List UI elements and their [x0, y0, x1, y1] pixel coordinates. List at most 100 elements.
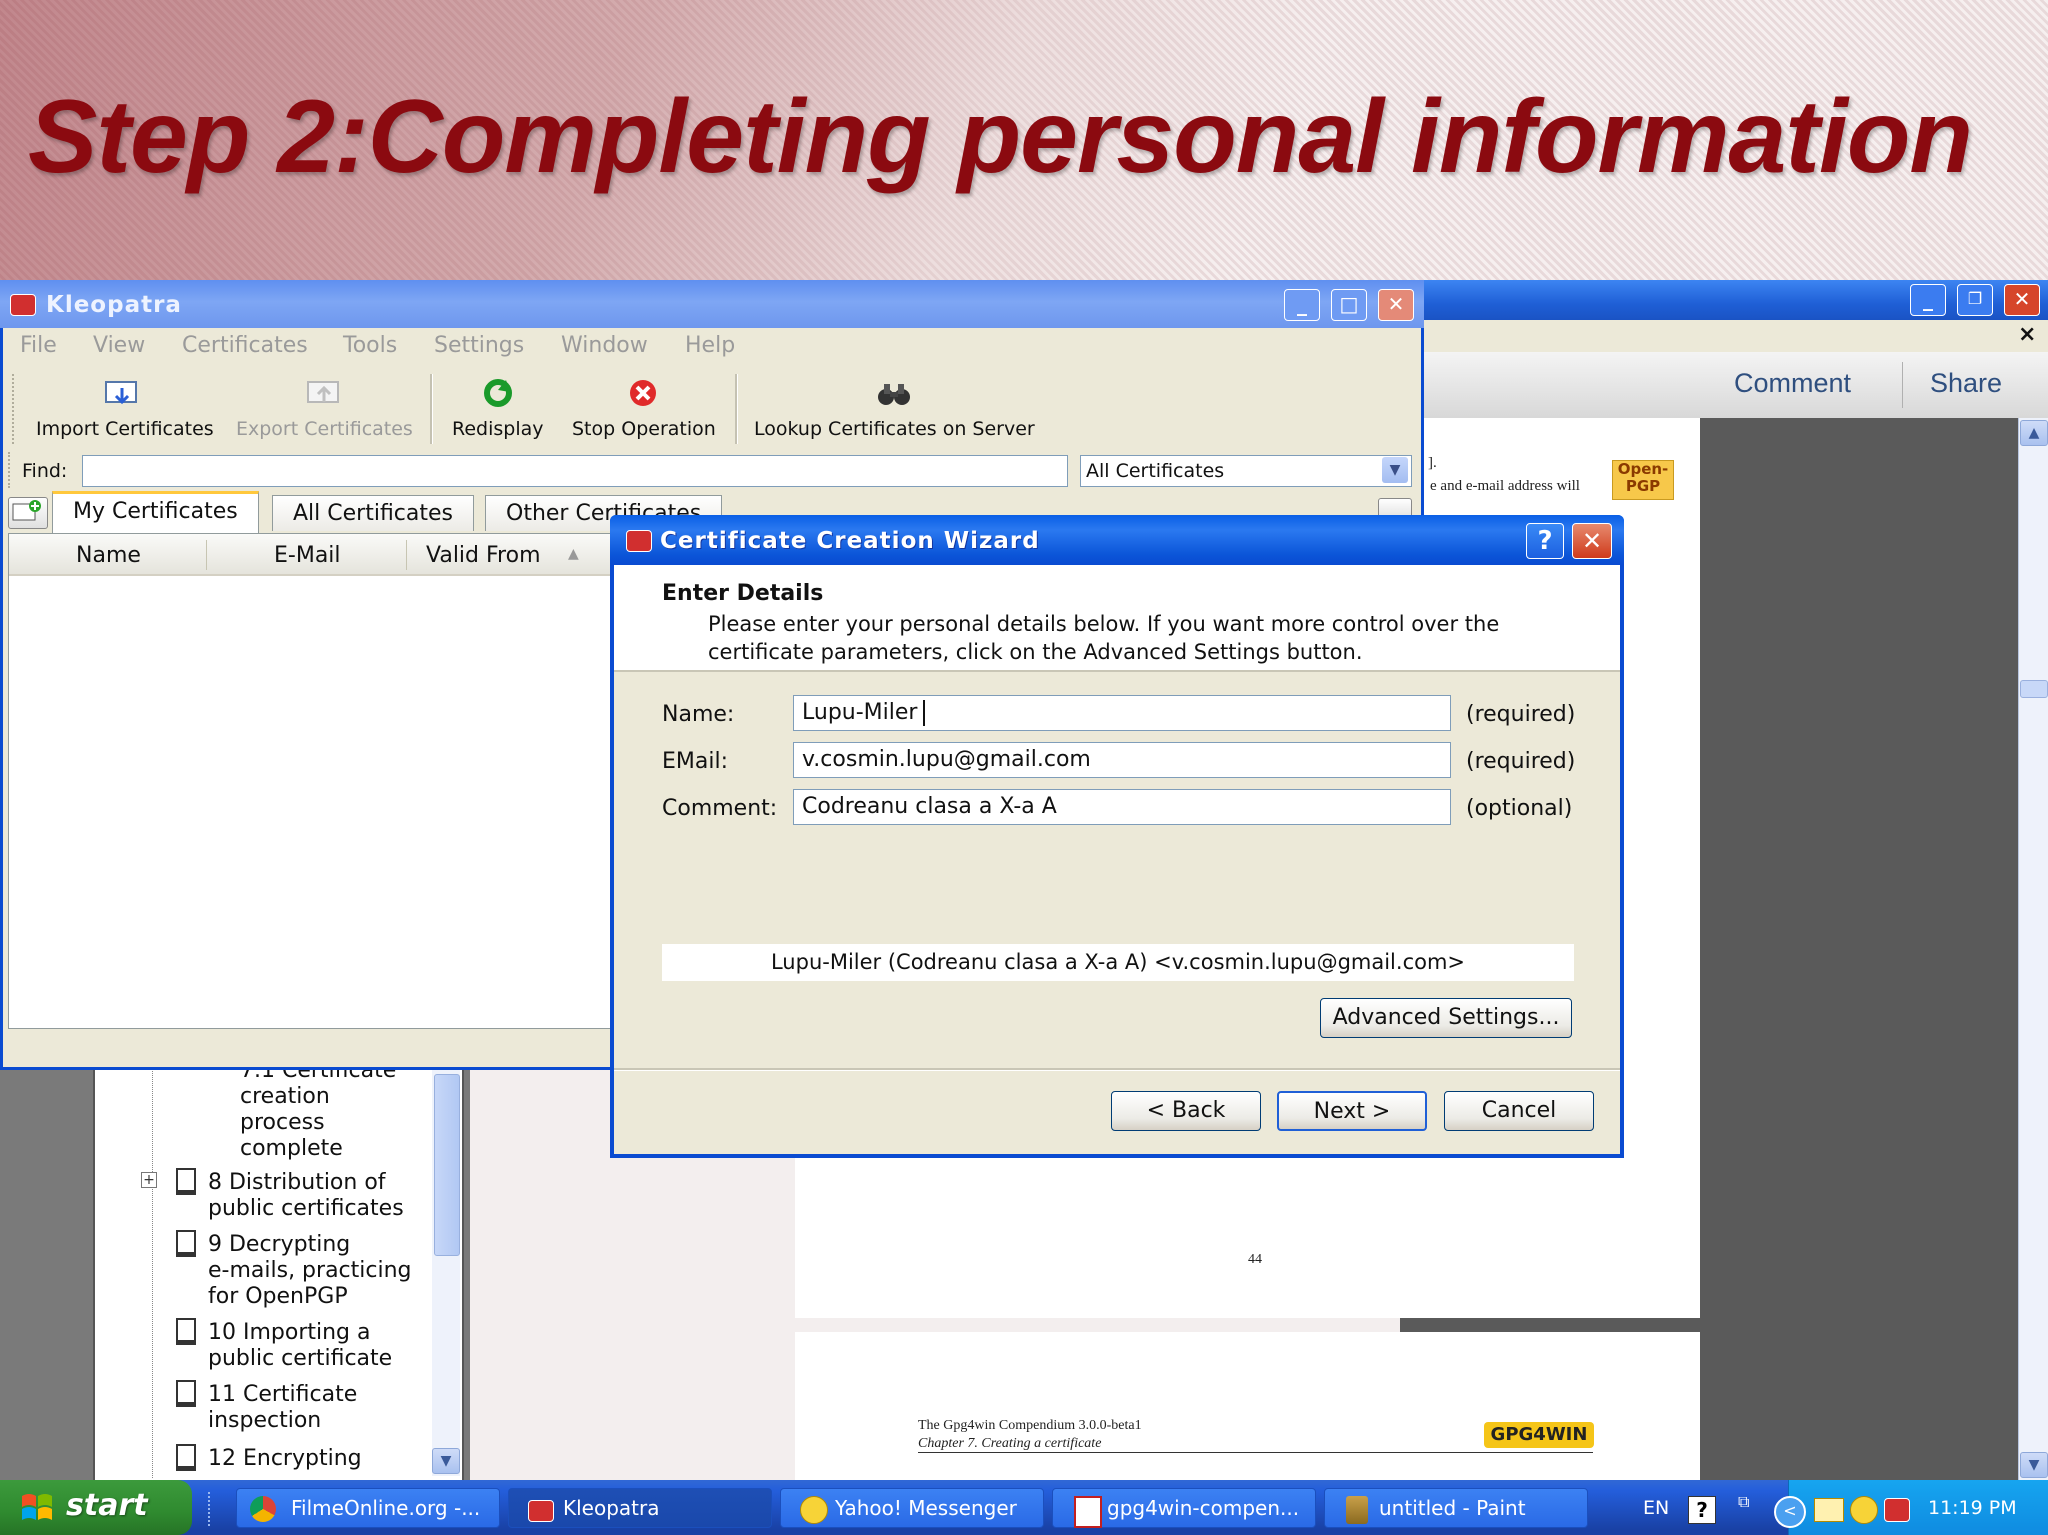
- pdf-footer-title: The Gpg4win Compendium 3.0.0-beta1: [918, 1418, 1142, 1433]
- tab-my-certificates[interactable]: My Certificates: [52, 491, 259, 533]
- column-name[interactable]: Name: [76, 543, 141, 568]
- export-certificates-icon: [307, 381, 339, 403]
- kleopatra-statusbar: [3, 1030, 613, 1066]
- language-indicator[interactable]: EN: [1643, 1497, 1669, 1519]
- stop-operation-button[interactable]: Stop Operation: [572, 418, 716, 440]
- tree-line: [152, 1068, 154, 1478]
- stop-operation-icon: [630, 380, 656, 406]
- menu-view[interactable]: View: [93, 333, 145, 358]
- import-certificates-button[interactable]: Import Certificates: [36, 418, 214, 440]
- pdf-page: [795, 1332, 1700, 1482]
- column-divider: [406, 540, 407, 570]
- find-input[interactable]: [82, 455, 1068, 487]
- yahoo-tray-icon[interactable]: [1850, 1496, 1878, 1524]
- cancel-button[interactable]: Cancel: [1444, 1091, 1594, 1131]
- pdf-text-snippet: e and e-mail address will: [1430, 478, 1580, 494]
- pdf-restore-button[interactable]: ❐: [1957, 284, 1993, 316]
- kleopatra-minimize-button[interactable]: _: [1284, 289, 1320, 321]
- bookmark-item[interactable]: 10 Importing a public certificate: [208, 1320, 392, 1372]
- bookmark-item[interactable]: 11 Certificate inspection: [208, 1382, 357, 1434]
- help-icon[interactable]: ?: [1688, 1496, 1716, 1524]
- menu-help[interactable]: Help: [685, 333, 735, 358]
- menu-window[interactable]: Window: [561, 333, 648, 358]
- wizard-app-icon: [626, 530, 652, 552]
- name-input[interactable]: Lupu-Miler: [793, 695, 1451, 731]
- new-tab-button[interactable]: [8, 497, 48, 529]
- pdf-vertical-scrollbar[interactable]: [2018, 418, 2048, 1480]
- comment-button[interactable]: Comment: [1734, 368, 1851, 399]
- redisplay-icon: [484, 379, 512, 407]
- menu-file[interactable]: File: [20, 333, 57, 358]
- binoculars-icon: [878, 384, 910, 405]
- pdf-close-button[interactable]: ✕: [2004, 284, 2040, 316]
- redisplay-button[interactable]: Redisplay: [452, 418, 544, 440]
- mail-icon[interactable]: [1814, 1498, 1844, 1522]
- bookmark-item[interactable]: 7.1 Certificate creation process complet…: [240, 1058, 396, 1162]
- bookmark-icon: [176, 1318, 196, 1345]
- kleopatra-maximize-button[interactable]: □: [1331, 289, 1367, 321]
- restore-icon[interactable]: ⧉: [1738, 1492, 1749, 1512]
- share-button[interactable]: Share: [1930, 368, 2002, 399]
- toolbar-grip: [12, 374, 17, 444]
- help-button[interactable]: ?: [1526, 523, 1564, 559]
- bookmark-item[interactable]: 9 Decrypting e-mails, practicing for Ope…: [208, 1232, 412, 1310]
- column-valid-from[interactable]: Valid From: [426, 543, 541, 568]
- pdf-minimize-button[interactable]: _: [1910, 284, 1946, 316]
- text-cursor: [923, 700, 925, 726]
- scroll-down-icon[interactable]: ▼: [432, 1448, 460, 1474]
- back-button[interactable]: < Back: [1111, 1091, 1261, 1131]
- bookmark-icon: [176, 1168, 196, 1195]
- menu-certificates[interactable]: Certificates: [182, 333, 308, 358]
- kleopatra-close-button[interactable]: ✕: [1378, 289, 1414, 321]
- kleopatra-title: Kleopatra: [46, 292, 182, 318]
- tab-all-certificates[interactable]: All Certificates: [272, 495, 475, 531]
- kleopatra-task-icon: [528, 1500, 554, 1522]
- wizard-separator: [614, 1068, 1620, 1071]
- quicklaunch-grip: [208, 1492, 216, 1526]
- toolbar-separator: [430, 374, 433, 444]
- menu-tools[interactable]: Tools: [343, 333, 397, 358]
- scroll-up-icon[interactable]: ▲: [2020, 420, 2048, 446]
- bookmark-icon: [176, 1380, 196, 1407]
- kleopatra-tray-icon[interactable]: [1884, 1498, 1910, 1522]
- email-input[interactable]: v.cosmin.lupu@gmail.com: [793, 742, 1451, 778]
- column-email[interactable]: E-Mail: [274, 543, 341, 568]
- bookmark-icon: [176, 1444, 196, 1471]
- pdf-footer-rule: [918, 1452, 1593, 1453]
- scroll-down-icon[interactable]: ▼: [2020, 1452, 2048, 1478]
- bookmarks-scroll-thumb[interactable]: [434, 1074, 460, 1256]
- advanced-settings-button[interactable]: Advanced Settings...: [1320, 998, 1572, 1038]
- user-id-preview: Lupu-Miler (Codreanu clasa a X-a A) <v.c…: [662, 944, 1574, 981]
- export-certificates-button[interactable]: Export Certificates: [236, 418, 413, 440]
- sort-ascending-icon: ▲: [568, 546, 579, 562]
- menu-settings[interactable]: Settings: [434, 333, 524, 358]
- certificate-list[interactable]: [8, 533, 620, 1029]
- import-certificates-icon: [105, 381, 137, 405]
- bookmark-item[interactable]: 8 Distribution of public certificates: [208, 1170, 404, 1222]
- email-label: EMail:: [662, 749, 728, 774]
- clock: 11:19 PM: [1928, 1497, 2017, 1519]
- pdf-close-doc-icon[interactable]: ×: [2018, 322, 2036, 347]
- toolbar-divider: [1902, 362, 1903, 408]
- wizard-close-button[interactable]: ✕: [1572, 523, 1612, 559]
- chevron-down-icon[interactable]: ▼: [1382, 457, 1408, 483]
- find-label: Find:: [22, 460, 68, 482]
- pdf-footer-chapter: Chapter 7. Creating a certificate: [918, 1436, 1102, 1451]
- pdf-icon: [1074, 1496, 1102, 1528]
- wizard-description: Please enter your personal details below…: [708, 612, 1500, 664]
- comment-optional-hint: (optional): [1466, 796, 1573, 821]
- next-button[interactable]: Next >: [1277, 1091, 1427, 1131]
- pdf-scroll-thumb[interactable]: [2020, 680, 2048, 698]
- name-required-hint: (required): [1466, 702, 1576, 727]
- wizard-title: Certificate Creation Wizard: [660, 528, 1040, 554]
- email-required-hint: (required): [1466, 749, 1576, 774]
- lookup-certificates-button[interactable]: Lookup Certificates on Server: [754, 418, 1035, 440]
- comment-input[interactable]: Codreanu clasa a X-a A: [793, 789, 1451, 825]
- pdf-text-snippet: ].: [1428, 455, 1437, 471]
- show-hidden-icons-icon[interactable]: <: [1774, 1496, 1806, 1528]
- column-divider: [206, 540, 207, 570]
- expand-icon[interactable]: +: [141, 1172, 157, 1188]
- wizard-heading: Enter Details: [662, 581, 824, 606]
- new-tab-icon: [12, 500, 41, 521]
- bookmark-item[interactable]: 12 Encrypting: [208, 1446, 362, 1472]
